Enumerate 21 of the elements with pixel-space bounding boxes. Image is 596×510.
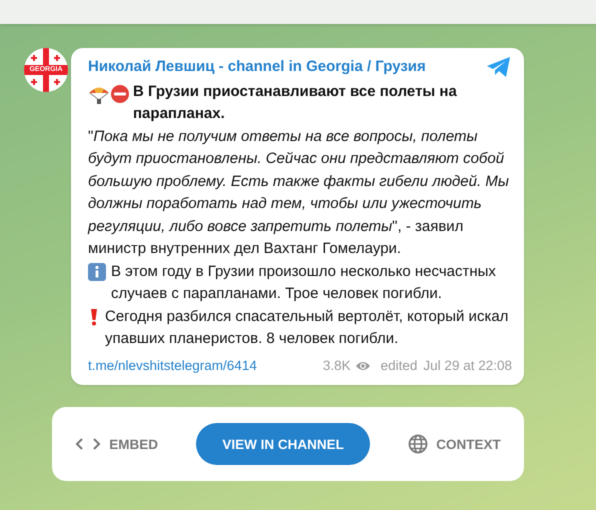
telegram-plane-icon: [486, 56, 512, 78]
channel-name-link[interactable]: Николай Левшиц - channel in Georgia / Грузия: [88, 56, 426, 78]
headline-text: В Грузии приостанавливают все полеты на парапланах.: [133, 82, 458, 124]
parachute-icon: [88, 84, 110, 104]
embed-button[interactable]: EMBED: [67, 430, 166, 458]
info-icon: [88, 262, 106, 280]
message-text: В этом году в Грузии произошло несколько несчастных случаев с парапланами. Трое человек погибли.: [111, 262, 497, 304]
post-link[interactable]: t.me/nlevshitstelegram/6414: [88, 354, 257, 377]
view-count: 3.8K: [322, 356, 351, 374]
exclamation-icon: [88, 308, 100, 326]
code-icon: [75, 437, 102, 451]
flag-drawing: [24, 48, 68, 92]
view-in-channel-button[interactable]: VIEW IN CHANNEL: [196, 423, 370, 465]
no-entry-icon: [111, 84, 129, 102]
context-button[interactable]: CONTEXT: [400, 428, 509, 460]
message-text: Сегодня разбился спасательный вертолёт, который искал упавших планеристов. 8 человек погибли.: [105, 306, 510, 349]
globe-icon: [408, 434, 428, 454]
message-text: "Пока мы не получим ответы на все вопросы, полеты будут приостановлены. Сейчас они представляют собой большую проблему. Есть также факты гибели людей. Мы должны поработать над тем, чтобы или ужесточить регуляции, либо вовсе запретить полеты", - заявил министр внутренних дел Вахтанг Гомелаури.: [88, 126, 510, 259]
post-date: Jul 29 at 22:08: [423, 356, 512, 374]
edited-label: edited: [380, 356, 418, 374]
eye-icon: [354, 360, 371, 372]
